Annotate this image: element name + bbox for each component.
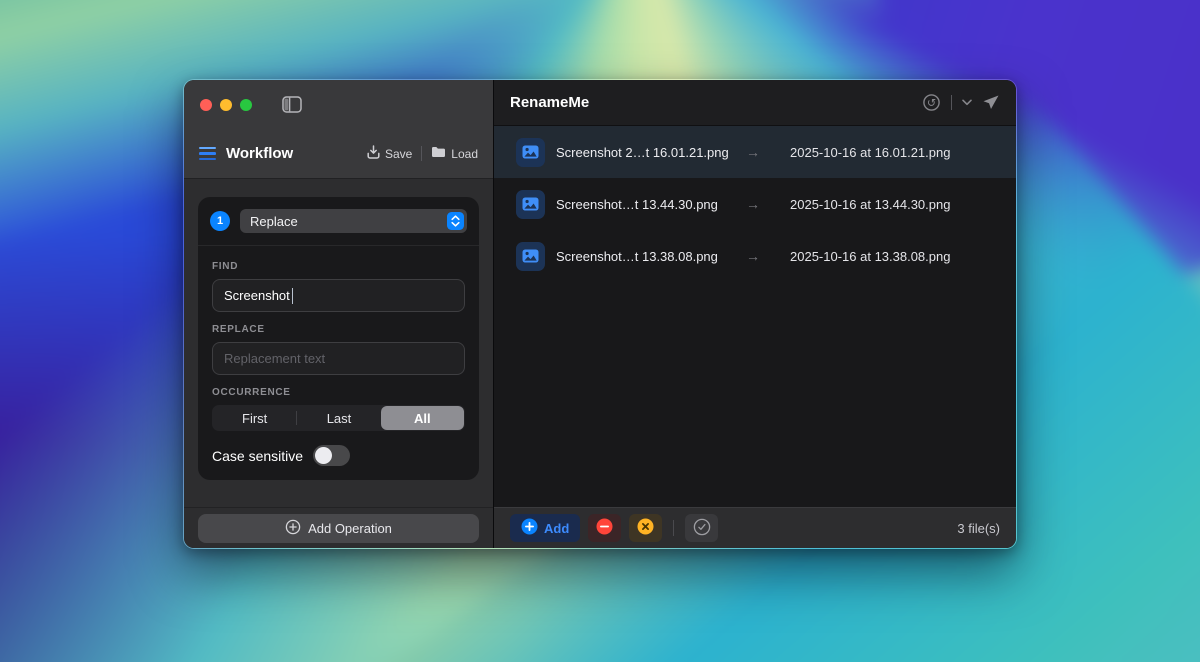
replace-input[interactable]: Replacement text bbox=[212, 342, 465, 375]
replace-label: REPLACE bbox=[212, 324, 465, 335]
traffic-lights bbox=[200, 99, 252, 111]
segment-all[interactable]: All bbox=[381, 406, 464, 430]
add-files-button[interactable]: Add bbox=[510, 514, 580, 542]
original-filename: Screenshot…t 13.44.30.png bbox=[556, 197, 745, 212]
operation-card: 1 Replace FIND bbox=[198, 197, 479, 480]
titlebar-actions: ↺ bbox=[922, 93, 1000, 112]
toolbar-divider bbox=[673, 520, 674, 536]
clear-files-button[interactable] bbox=[629, 514, 662, 542]
file-panel: RenameMe ↺ bbox=[494, 80, 1016, 548]
original-filename: Screenshot 2…t 16.01.21.png bbox=[556, 145, 745, 160]
sidebar-titlebar bbox=[184, 80, 493, 129]
history-undo-button[interactable]: ↺ bbox=[922, 93, 941, 112]
close-window-button[interactable] bbox=[200, 99, 212, 111]
validate-button[interactable] bbox=[685, 514, 718, 542]
case-sensitive-toggle[interactable] bbox=[313, 445, 350, 466]
find-input[interactable]: Screenshot bbox=[212, 279, 465, 312]
minimize-window-button[interactable] bbox=[220, 99, 232, 111]
rename-arrow-icon: → bbox=[745, 248, 761, 264]
case-sensitive-row: Case sensitive bbox=[212, 445, 465, 466]
case-sensitive-label: Case sensitive bbox=[212, 448, 303, 464]
workflow-sidebar: Workflow Save bbox=[184, 80, 494, 548]
header-divider bbox=[421, 146, 422, 161]
image-file-icon bbox=[516, 242, 545, 271]
plus-circle-filled-icon bbox=[521, 518, 538, 538]
workflow-content: 1 Replace FIND bbox=[184, 179, 493, 507]
file-list-empty-area bbox=[494, 282, 1016, 507]
check-circle-icon bbox=[693, 518, 711, 539]
send-rename-button[interactable] bbox=[982, 94, 1000, 112]
text-cursor bbox=[292, 288, 294, 304]
save-workflow-button[interactable]: Save bbox=[367, 145, 412, 162]
operation-index-badge: 1 bbox=[210, 211, 230, 231]
file-row[interactable]: Screenshot…t 13.44.30.png → 2025-10-16 a… bbox=[494, 178, 1016, 230]
file-list: Screenshot 2…t 16.01.21.png → 2025-10-16… bbox=[494, 126, 1016, 282]
file-row[interactable]: Screenshot…t 13.38.08.png → 2025-10-16 a… bbox=[494, 230, 1016, 282]
workflow-title: Workflow bbox=[226, 145, 293, 162]
file-toolbar: Add bbox=[494, 507, 1016, 548]
main-titlebar: RenameMe ↺ bbox=[494, 80, 1016, 126]
remove-file-button[interactable] bbox=[588, 514, 621, 542]
app-title: RenameMe bbox=[510, 94, 589, 111]
save-icon bbox=[367, 145, 380, 162]
workflow-actions: Save Load bbox=[367, 145, 478, 162]
renamed-filename: 2025-10-16 at 13.38.08.png bbox=[790, 249, 950, 264]
operation-header: 1 Replace bbox=[198, 197, 479, 246]
x-circle-icon bbox=[637, 518, 654, 538]
workflow-header: Workflow Save bbox=[184, 129, 493, 179]
svg-text:↺: ↺ bbox=[927, 96, 936, 109]
plus-circle-icon bbox=[285, 519, 301, 538]
sidebar-footer: Add Operation bbox=[184, 507, 493, 548]
renameme-window: Workflow Save bbox=[183, 79, 1017, 549]
file-row[interactable]: Screenshot 2…t 16.01.21.png → 2025-10-16… bbox=[494, 126, 1016, 178]
minus-circle-icon bbox=[596, 518, 613, 538]
operation-type-dropdown[interactable]: Replace bbox=[240, 209, 467, 233]
rename-arrow-icon: → bbox=[745, 196, 761, 212]
find-label: FIND bbox=[212, 261, 465, 272]
file-count: 3 file(s) bbox=[957, 521, 1000, 536]
image-file-icon bbox=[516, 190, 545, 219]
occurrence-label: OCCURRENCE bbox=[212, 387, 465, 398]
segment-last[interactable]: Last bbox=[297, 406, 380, 430]
rename-arrow-icon: → bbox=[745, 144, 761, 160]
desktop: Workflow Save bbox=[0, 0, 1200, 662]
workflow-icon bbox=[199, 147, 216, 161]
occurrence-segmented-control: First Last All bbox=[212, 405, 465, 431]
renamed-filename: 2025-10-16 at 16.01.21.png bbox=[790, 145, 950, 160]
titlebar-divider bbox=[951, 95, 952, 110]
image-file-icon bbox=[516, 138, 545, 167]
toggle-sidebar-icon[interactable] bbox=[282, 96, 302, 113]
operation-body: FIND Screenshot REPLACE Replacement text… bbox=[198, 246, 479, 480]
chevron-up-down-icon bbox=[447, 212, 464, 230]
add-operation-button[interactable]: Add Operation bbox=[198, 514, 479, 543]
toggle-knob bbox=[315, 447, 332, 464]
zoom-window-button[interactable] bbox=[240, 99, 252, 111]
segment-first[interactable]: First bbox=[213, 406, 296, 430]
original-filename: Screenshot…t 13.38.08.png bbox=[556, 249, 745, 264]
renamed-filename: 2025-10-16 at 13.44.30.png bbox=[790, 197, 950, 212]
chevron-down-icon[interactable] bbox=[962, 99, 972, 106]
load-workflow-button[interactable]: Load bbox=[431, 146, 478, 161]
folder-icon bbox=[431, 146, 446, 161]
